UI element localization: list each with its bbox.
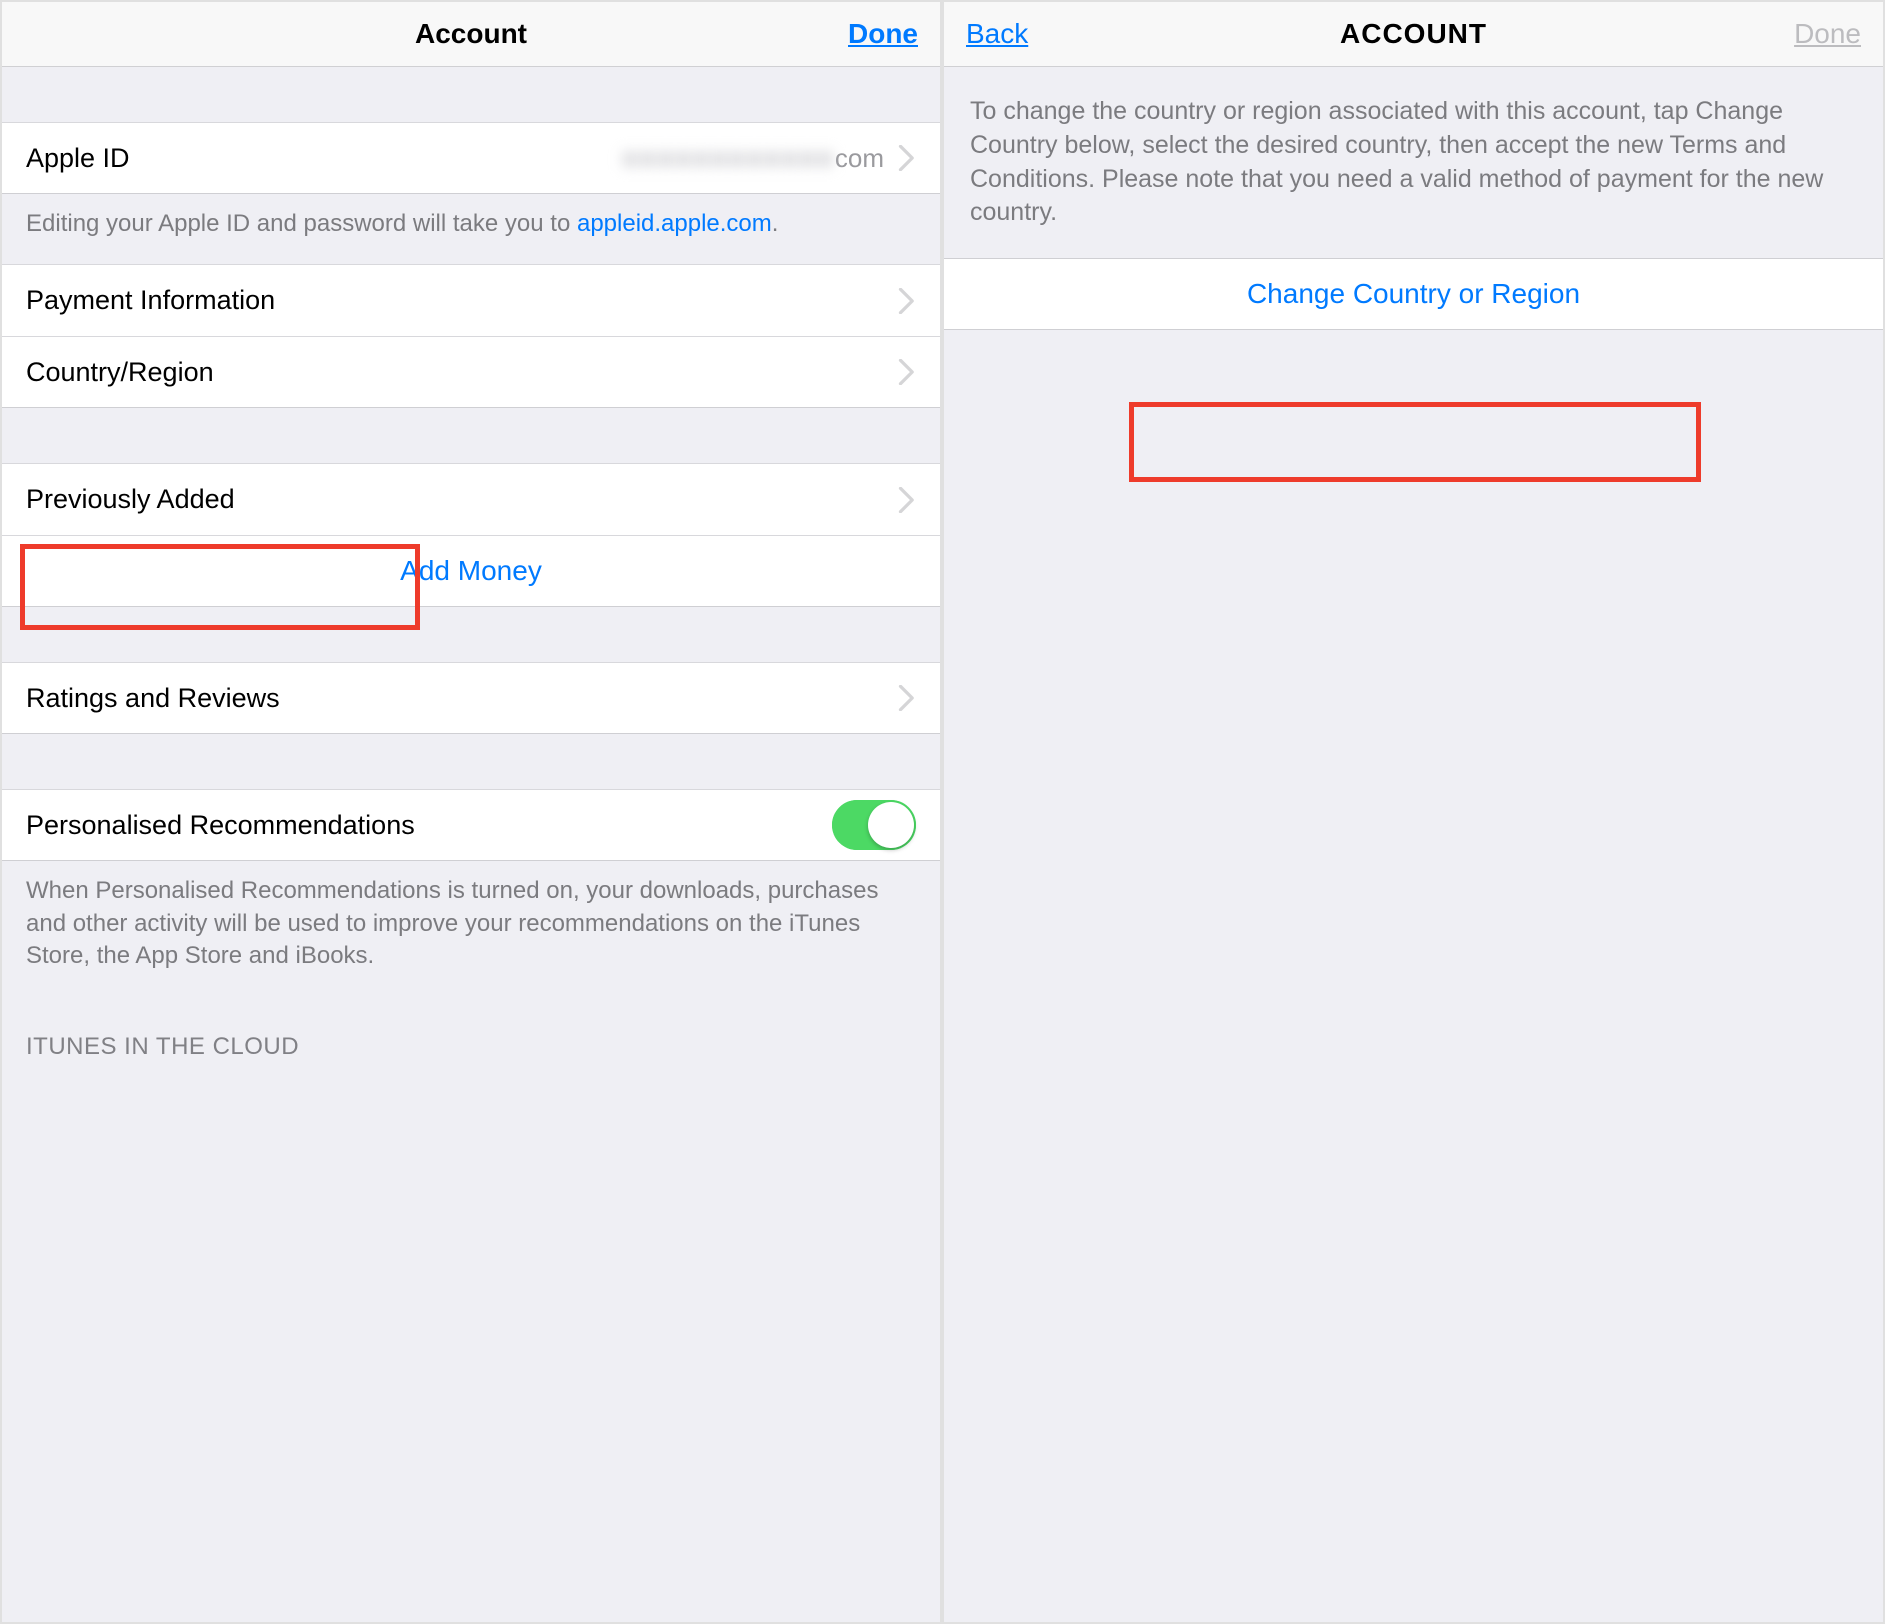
section-gap	[2, 607, 940, 662]
personalised-recommendations-label: Personalised Recommendations	[26, 810, 415, 841]
country-region-row[interactable]: Country/Region	[2, 336, 940, 408]
payment-information-row[interactable]: Payment Information	[2, 264, 940, 336]
chevron-right-icon	[898, 359, 916, 385]
navbar-left: Account Done	[2, 2, 940, 67]
appleid-link[interactable]: appleid.apple.com	[577, 210, 772, 237]
previously-added-label: Previously Added	[26, 484, 235, 515]
add-money-label: Add Money	[400, 555, 542, 587]
personalised-recommendations-row: Personalised Recommendations	[2, 789, 940, 861]
chevron-right-icon	[898, 487, 916, 513]
done-button[interactable]: Done	[848, 18, 918, 50]
country-region-label: Country/Region	[26, 357, 214, 388]
personalised-recommendations-footer: When Personalised Recommendations is tur…	[2, 861, 940, 996]
add-money-row[interactable]: Add Money	[2, 535, 940, 607]
ratings-reviews-row[interactable]: Ratings and Reviews	[2, 662, 940, 734]
change-country-row[interactable]: Change Country or Region	[944, 258, 1883, 330]
toggle-knob	[868, 802, 914, 848]
apple-id-label: Apple ID	[26, 143, 130, 174]
change-country-label: Change Country or Region	[1247, 278, 1580, 310]
chevron-right-icon	[898, 685, 916, 711]
nav-title: ACCOUNT	[944, 18, 1883, 50]
nav-title: Account	[2, 18, 940, 50]
apple-id-row[interactable]: Apple ID ■■■■■■■■■■■■com	[2, 122, 940, 194]
highlight-change-country	[1129, 402, 1701, 482]
chevron-right-icon	[898, 288, 916, 314]
previously-added-row[interactable]: Previously Added	[2, 463, 940, 535]
section-gap	[2, 67, 940, 122]
apple-id-footer: Editing your Apple ID and password will …	[2, 194, 940, 264]
section-gap	[2, 408, 940, 463]
chevron-right-icon	[898, 145, 916, 171]
section-gap	[2, 734, 940, 789]
change-country-help-text: To change the country or region associat…	[944, 67, 1883, 258]
payment-information-label: Payment Information	[26, 285, 275, 316]
itunes-cloud-header: iTunes in the Cloud	[2, 997, 940, 1075]
back-button[interactable]: Back	[966, 18, 1028, 50]
personalised-recommendations-toggle[interactable]	[832, 800, 916, 850]
done-button-disabled: Done	[1794, 18, 1861, 50]
apple-id-value: ■■■■■■■■■■■■com	[130, 143, 892, 174]
navbar-right: Back ACCOUNT Done	[944, 2, 1883, 67]
ratings-reviews-label: Ratings and Reviews	[26, 683, 280, 714]
account-settings-pane: Account Done Apple ID ■■■■■■■■■■■■com Ed…	[0, 0, 942, 1624]
account-country-pane: Back ACCOUNT Done To change the country …	[942, 0, 1885, 1624]
apple-id-blurred: ■■■■■■■■■■■■	[622, 143, 834, 174]
